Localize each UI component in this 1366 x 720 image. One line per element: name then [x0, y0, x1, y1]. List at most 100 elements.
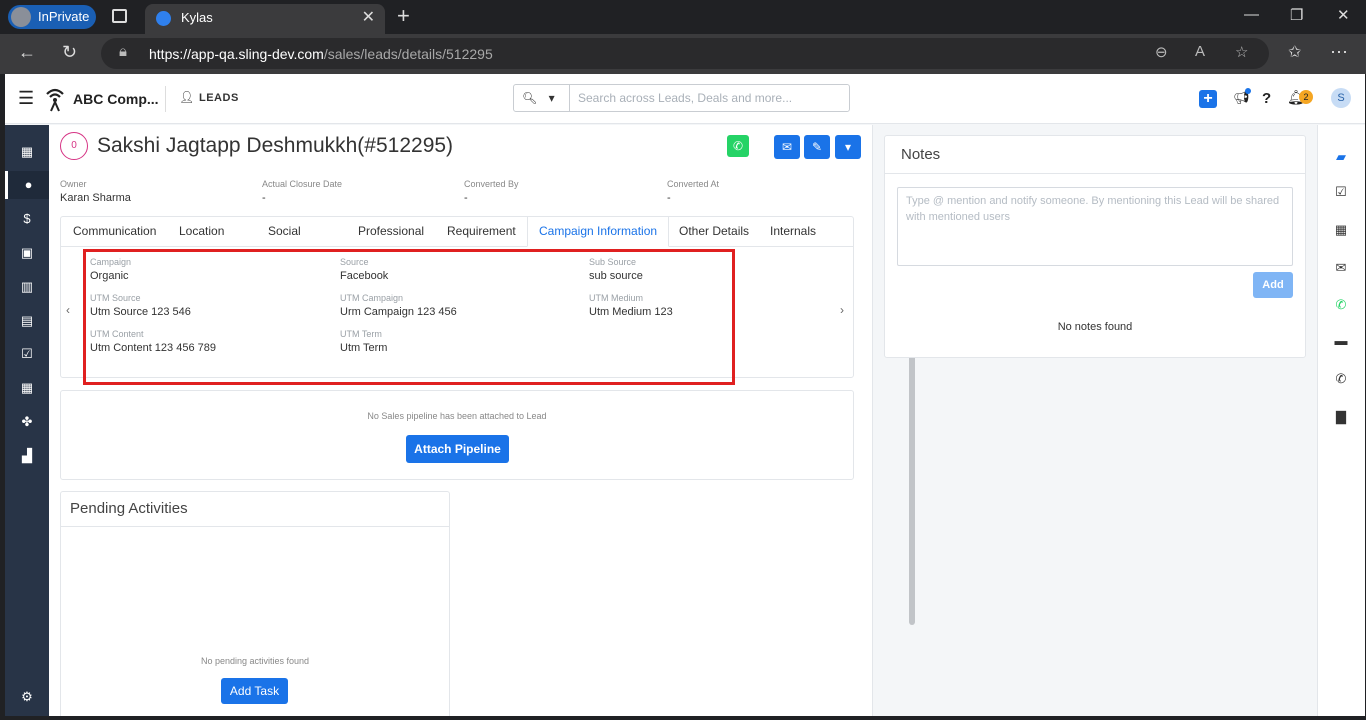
chat-icon[interactable]: ▬: [1318, 333, 1364, 348]
close-tab-icon[interactable]: ✕: [362, 4, 375, 32]
tab-title: Kylas: [181, 10, 213, 25]
money-bag-icon[interactable]: $: [5, 205, 49, 233]
favorites-icon[interactable]: ✩: [1288, 42, 1301, 62]
settings-icon[interactable]: ⚙: [5, 683, 49, 711]
new-tab-icon[interactable]: +: [397, 3, 410, 29]
user-avatar[interactable]: S: [1331, 88, 1351, 108]
add-note-button[interactable]: Add: [1253, 272, 1293, 298]
restore-icon[interactable]: ❐: [1290, 6, 1303, 24]
tab-other-details[interactable]: Other Details: [679, 217, 749, 247]
read-aloud-icon[interactable]: A: [1195, 43, 1205, 60]
dashboard-icon[interactable]: ▦: [5, 138, 49, 166]
back-arrow-icon[interactable]: ←: [18, 42, 36, 63]
folder-icon[interactable]: ▇: [1318, 409, 1364, 425]
notes-card: Notes Add No notes found: [884, 135, 1306, 358]
checkbox-icon[interactable]: ☑: [5, 340, 49, 368]
kylas-favicon-icon: [156, 11, 171, 26]
divider: [885, 173, 1305, 174]
profile-avatar-icon: [11, 7, 31, 27]
converted-by-value: -: [464, 192, 468, 204]
more-actions-button[interactable]: ▾: [835, 135, 861, 159]
inprivate-badge[interactable]: InPrivate: [8, 5, 96, 29]
lead-score-badge: 0: [60, 132, 88, 160]
browser-address-bar: ← ↻ 🔒︎ https://app-qa.sling-dev.com/sale…: [0, 34, 1366, 74]
favorite-star-icon[interactable]: ☆: [1235, 43, 1248, 61]
report-icon[interactable]: ▟: [5, 442, 49, 470]
calendar-icon[interactable]: ▦: [1318, 222, 1364, 238]
close-window-icon[interactable]: ✕: [1337, 6, 1350, 24]
more-icon[interactable]: ⋯: [1330, 42, 1348, 63]
search-icon: 🔍︎: [522, 91, 538, 105]
tab-social[interactable]: Social: [268, 217, 301, 247]
building-icon[interactable]: ▥: [5, 273, 49, 301]
browser-tab-bar: InPrivate Kylas ✕ + — ❐ ✕: [0, 0, 1366, 34]
calendar-icon[interactable]: ▦: [5, 374, 49, 402]
quick-add-button[interactable]: +: [1199, 90, 1217, 108]
zoom-icon[interactable]: ⊖: [1155, 43, 1168, 61]
notes-input[interactable]: [897, 187, 1293, 266]
divider: [165, 86, 166, 112]
converted-by-label: Converted By: [464, 179, 519, 189]
hamburger-menu-icon[interactable]: ☰: [18, 88, 34, 109]
search-scope-dropdown[interactable]: 🔍︎ ▾: [514, 85, 570, 111]
left-sidebar: ▦ ● $ ▣ ▥ ▤ ☑ ▦ ✤ ▟ ⚙: [5, 125, 49, 716]
handshake-icon[interactable]: ✤: [5, 408, 49, 436]
clipboard-icon[interactable]: ▤: [5, 307, 49, 335]
pending-empty-text: No pending activities found: [200, 656, 310, 666]
top-navigation: ☰ ABC Comp... 👤︎ LEADS 🔍︎ ▾ + 📢︎ ? 🔔︎ 2 …: [5, 74, 1365, 124]
url-field[interactable]: 🔒︎ https://app-qa.sling-dev.com/sales/le…: [101, 38, 1269, 69]
pending-activities-title: Pending Activities: [70, 500, 188, 517]
notes-empty-text: No notes found: [1057, 321, 1133, 333]
tab-row: Communication Location Social Profession…: [61, 217, 853, 247]
whatsapp-button[interactable]: ✆: [727, 135, 749, 157]
user-icon[interactable]: ●: [5, 171, 49, 199]
chevron-down-icon: ▾: [548, 91, 555, 105]
global-search: 🔍︎ ▾: [513, 84, 850, 112]
tab-requirement[interactable]: Requirement: [447, 217, 516, 247]
lead-name: Sakshi Jagtapp Deshmukkh(#512295): [97, 134, 454, 157]
company-logo-icon: [46, 88, 64, 112]
announcement-dot: [1245, 88, 1251, 94]
converted-at-value: -: [667, 192, 671, 204]
highlight-box: [83, 249, 735, 385]
edit-button[interactable]: ✎: [804, 135, 830, 159]
company-name[interactable]: ABC Comp...: [73, 91, 159, 107]
tab-actions-icon[interactable]: [112, 9, 127, 23]
tab-internals[interactable]: Internals: [770, 217, 816, 247]
email-button[interactable]: ✉: [774, 135, 800, 159]
note-icon[interactable]: ▰: [1318, 149, 1364, 165]
email-icon[interactable]: ✉: [1318, 260, 1364, 276]
contact-card-icon[interactable]: ▣: [5, 239, 49, 267]
task-icon[interactable]: ☑: [1318, 184, 1364, 200]
lead-details-card: 0 Sakshi Jagtapp Deshmukkh(#512295) ✆ ✉ …: [49, 125, 915, 716]
phone-icon[interactable]: ✆: [1318, 371, 1364, 387]
add-task-button[interactable]: Add Task: [221, 678, 288, 704]
tab-campaign-information[interactable]: Campaign Information: [527, 217, 670, 247]
tab-communication[interactable]: Communication: [73, 217, 156, 247]
user-icon: 👤︎: [179, 90, 195, 104]
search-input[interactable]: [572, 85, 848, 111]
whatsapp-icon[interactable]: ✆: [1318, 297, 1364, 313]
pipeline-panel: No Sales pipeline has been attached to L…: [60, 390, 854, 480]
refresh-icon[interactable]: ↻: [62, 42, 77, 63]
module-title: LEADS: [199, 92, 239, 104]
chevron-left-icon[interactable]: ‹: [66, 303, 70, 317]
actual-closure-date-label: Actual Closure Date: [262, 179, 343, 189]
notes-title: Notes: [901, 146, 941, 163]
owner-label: Owner: [60, 179, 87, 189]
minimize-icon[interactable]: —: [1244, 6, 1259, 23]
tab-location[interactable]: Location: [179, 217, 224, 247]
pipeline-empty-text: No Sales pipeline has been attached to L…: [367, 411, 547, 421]
tab-professional[interactable]: Professional: [358, 217, 424, 247]
chevron-right-icon[interactable]: ›: [840, 303, 844, 317]
help-icon[interactable]: ?: [1262, 90, 1271, 107]
inprivate-label: InPrivate: [38, 9, 90, 24]
actual-closure-date-value: -: [262, 192, 266, 204]
right-sidebar: ▰ ☑ ▦ ✉ ✆ ▬ ✆ ▇: [1317, 125, 1365, 716]
owner-value: Karan Sharma: [60, 192, 131, 204]
lock-icon[interactable]: 🔒︎: [119, 43, 127, 60]
converted-at-label: Converted At: [667, 179, 720, 189]
attach-pipeline-button[interactable]: Attach Pipeline: [406, 435, 509, 463]
divider: [61, 526, 449, 527]
browser-tab-active[interactable]: Kylas ✕: [145, 4, 385, 34]
